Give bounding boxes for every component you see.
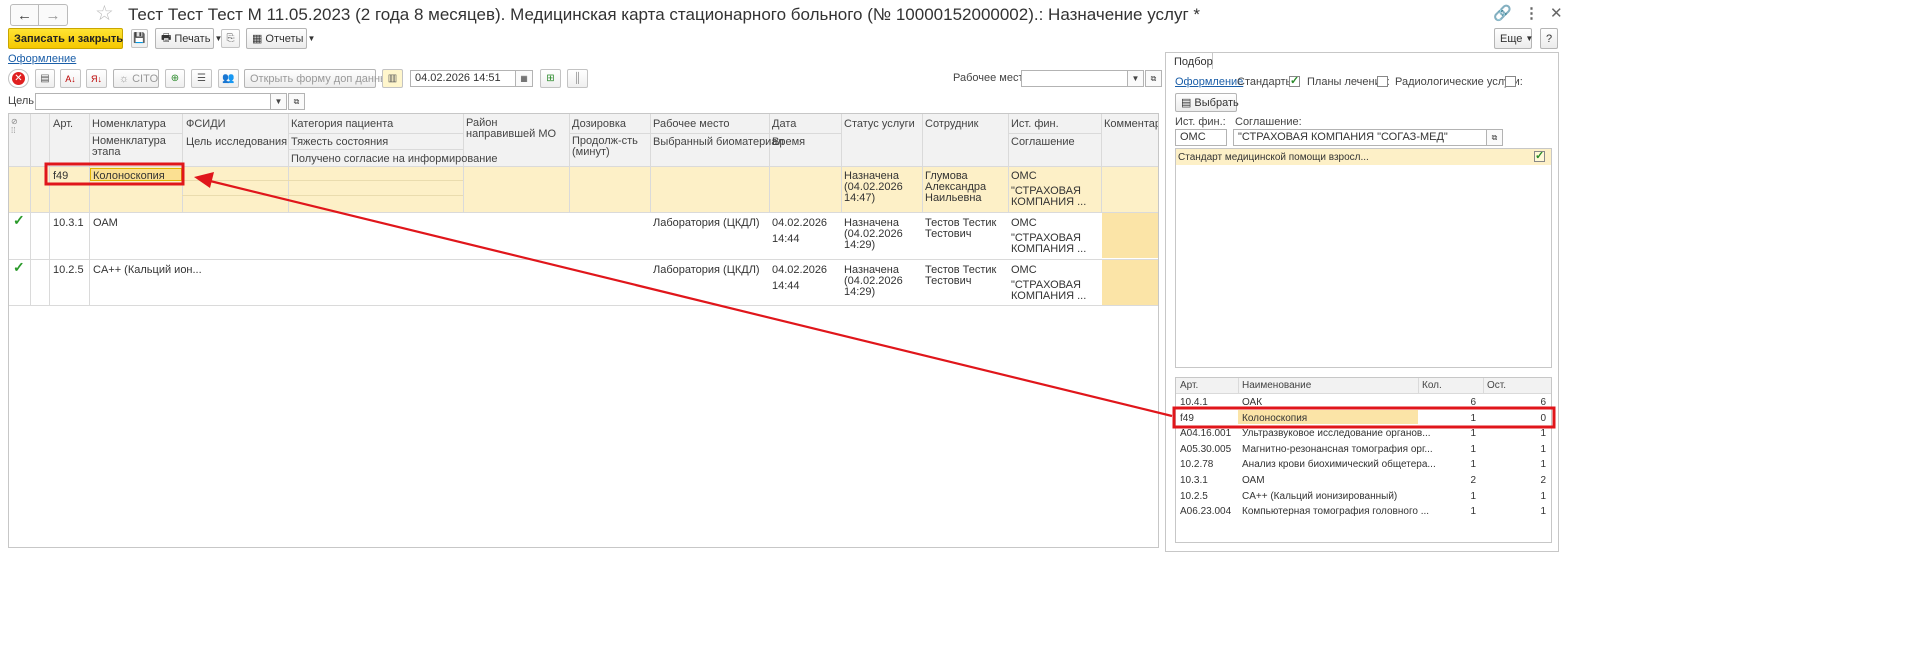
annotation-box-side [1172, 406, 1556, 429]
annotation-overlay [44, 162, 1556, 429]
annotation-box-main [44, 162, 185, 186]
arrow-head-icon [194, 172, 214, 188]
annotation-arrow [205, 178, 1173, 418]
tab-selection[interactable]: Подбор [1165, 52, 1213, 69]
